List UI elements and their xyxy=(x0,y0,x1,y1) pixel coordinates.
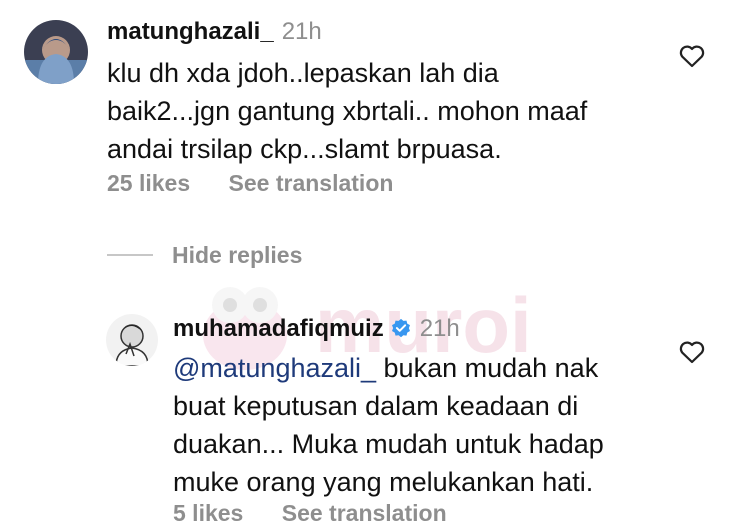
reply-line: duakan... Muka mudah untuk hadap xyxy=(173,429,604,459)
reply-line: muke orang yang melukankan hati. xyxy=(173,467,594,497)
avatar-image xyxy=(106,314,158,366)
see-translation-link[interactable]: See translation xyxy=(282,500,447,526)
comment-line: baik2...jgn gantung xbrtali.. mohon maaf xyxy=(107,96,588,126)
see-translation-link[interactable]: See translation xyxy=(229,170,394,196)
heart-outline-icon[interactable] xyxy=(679,340,705,364)
reply-text: @matunghazali_ bukan mudah nak buat kepu… xyxy=(173,349,604,501)
verified-badge-icon xyxy=(391,318,410,338)
likes-count[interactable]: 25 likes xyxy=(107,170,190,196)
avatar-image xyxy=(24,20,88,84)
timestamp: 21h xyxy=(281,18,322,45)
mention-link[interactable]: @matunghazali_ xyxy=(173,353,376,383)
hide-replies-label[interactable]: Hide replies xyxy=(172,242,302,269)
reply-line: buat keputusan dalam keadaan di xyxy=(173,391,579,421)
username[interactable]: muhamadafiqmuiz xyxy=(173,315,384,343)
username[interactable]: matunghazali_ xyxy=(107,18,274,45)
heart-outline-icon[interactable] xyxy=(679,44,705,68)
avatar[interactable] xyxy=(24,20,88,84)
comment-text: klu dh xda jdoh..lepaskan lah dia baik2.… xyxy=(107,54,587,168)
timestamp: 21h xyxy=(419,315,460,342)
avatar[interactable] xyxy=(106,314,158,366)
replies-divider-line xyxy=(107,254,153,256)
comment-line: andai trsilap ckp...slamt brpuasa. xyxy=(107,134,502,164)
comment-line: klu dh xda jdoh..lepaskan lah dia xyxy=(107,58,499,88)
likes-count[interactable]: 5 likes xyxy=(173,500,243,526)
reply-line: bukan mudah nak xyxy=(376,353,599,383)
